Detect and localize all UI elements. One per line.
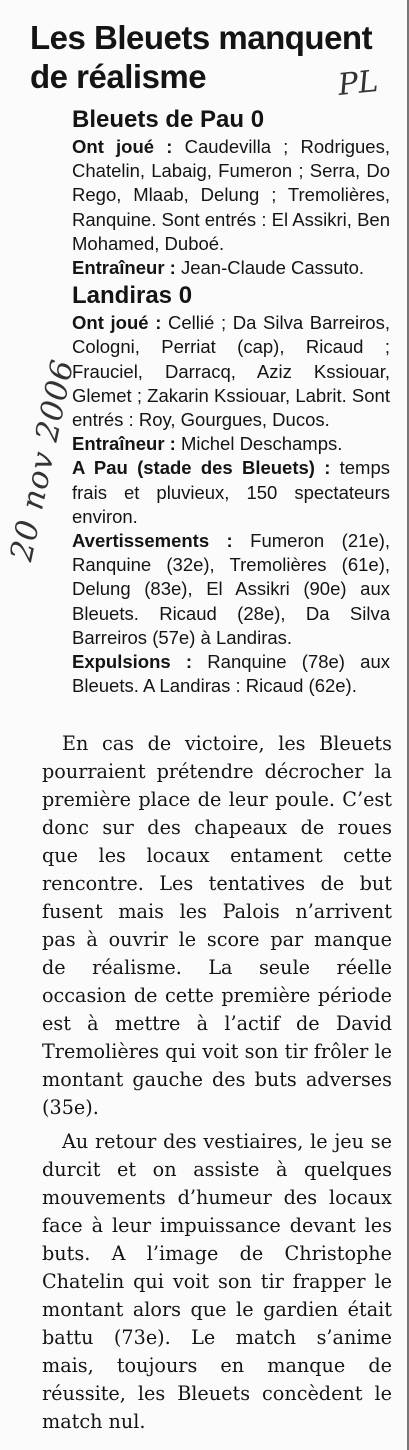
team-away-lineup: Ont joué : Cellié ; Da Silva Barreiros, … bbox=[72, 311, 390, 432]
warnings-label: Avertissements : bbox=[72, 530, 233, 552]
handwritten-initials: PL bbox=[336, 63, 380, 104]
venue-line: A Pau (stade des Bleuets) : temps frais … bbox=[72, 456, 390, 529]
article-paragraph-2: Au retour des vestiaires, le jeu se durc… bbox=[42, 1130, 392, 1433]
coach-text: Michel Deschamps. bbox=[175, 433, 343, 455]
headline: Les Bleuets manquent de réalisme bbox=[30, 19, 373, 95]
expulsions-line: Expulsions : Ranquine (78e) aux Bleuets.… bbox=[72, 650, 390, 698]
venue-label: A Pau (stade des Bleuets) : bbox=[72, 457, 331, 479]
coach-text: Jean-Claude Cassuto. bbox=[175, 257, 365, 279]
expulsions-label: Expulsions : bbox=[72, 651, 193, 673]
article-paragraph-1: En cas de victoire, les Bleuets pourraie… bbox=[42, 732, 392, 1119]
newspaper-clipping: Les Bleuets manquent de réalisme PL 20 n… bbox=[0, 0, 409, 1450]
lineup-label: Ont joué : bbox=[72, 136, 173, 157]
team-home-title: Bleuets de Pau 0 bbox=[72, 106, 265, 133]
team-home-coach: Entraîneur : Jean-Claude Cassuto. bbox=[72, 256, 390, 280]
article-body: En cas de victoire, les Bleuets pourraie… bbox=[42, 730, 392, 1442]
team-away-coach: Entraîneur : Michel Deschamps. bbox=[72, 432, 390, 456]
coach-label: Entraîneur : bbox=[72, 433, 176, 455]
team-home-lineup: Ont joué : Caudevilla ; Rodrigues, Chate… bbox=[72, 135, 390, 256]
match-sheet: Bleuets de Pau 0 Ont joué : Caudevilla ;… bbox=[72, 104, 390, 698]
lineup-label: Ont joué : bbox=[72, 312, 162, 334]
warnings-line: Avertissements : Fumeron (21e), Ranquine… bbox=[72, 529, 390, 650]
coach-label: Entraîneur : bbox=[72, 257, 176, 279]
team-away-title: Landiras 0 bbox=[72, 282, 193, 310]
